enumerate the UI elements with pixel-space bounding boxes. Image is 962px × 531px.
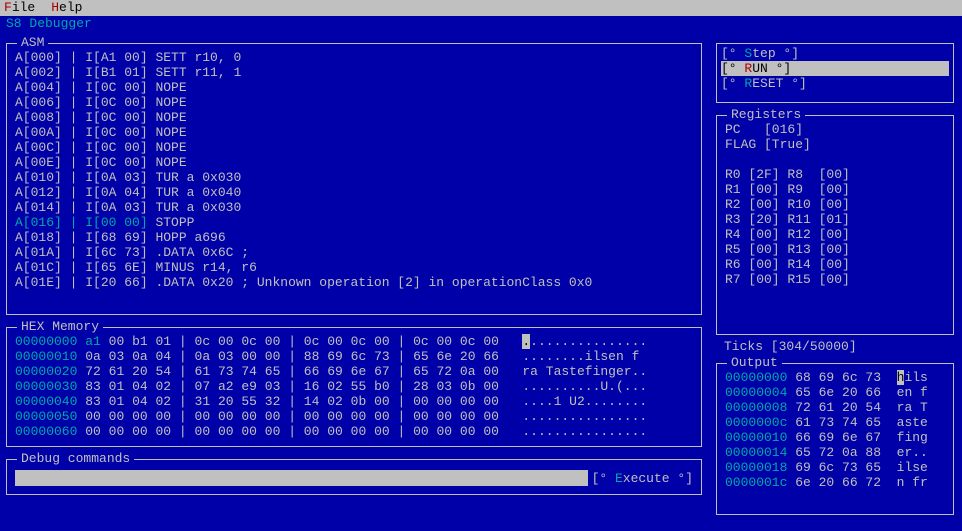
registers-panel: Registers PC [016]FLAG [True] R0 [2F] R8… [716, 115, 954, 335]
asm-line[interactable]: A[010] | I[0A 03] TUR a 0x030 [15, 170, 693, 185]
registers-legend: Registers [727, 107, 805, 122]
controls-panel: [° Step °] [° RUN °] [° RESET °] [716, 43, 954, 103]
output-row: 0000000c 61 73 74 65 aste [725, 415, 945, 430]
register-line: R6 [00] R14 [00] [725, 257, 945, 272]
debug-legend: Debug commands [17, 451, 134, 466]
register-line: PC [016] [725, 122, 945, 137]
hex-row[interactable]: 00000020 72 61 20 54 | 61 73 74 65 | 66 … [15, 364, 693, 379]
output-row: 00000000 68 69 6c 73 hils [725, 370, 945, 385]
menu-help[interactable]: Help [51, 0, 82, 16]
register-line: R5 [00] R13 [00] [725, 242, 945, 257]
asm-line[interactable]: A[006] | I[0C 00] NOPE [15, 95, 693, 110]
hex-legend: HEX Memory [17, 319, 103, 334]
asm-line[interactable]: A[01A] | I[6C 73] .DATA 0x6C ; [15, 245, 693, 260]
execute-button[interactable]: [° Execute °] [592, 471, 693, 486]
asm-line[interactable]: A[016] | I[00 00] STOPP [15, 215, 693, 230]
register-line: R4 [00] R12 [00] [725, 227, 945, 242]
output-row: 00000008 72 61 20 54 ra T [725, 400, 945, 415]
asm-line[interactable]: A[01C] | I[65 6E] MINUS r14, r6 [15, 260, 693, 275]
output-row: 0000001c 6e 20 66 72 n fr [725, 475, 945, 490]
asm-line[interactable]: A[018] | I[68 69] HOPP a696 [15, 230, 693, 245]
menu-file[interactable]: File [4, 0, 35, 16]
register-line: R7 [00] R15 [00] [725, 272, 945, 287]
output-row: 00000010 66 69 6e 67 fing [725, 430, 945, 445]
asm-line[interactable]: A[002] | I[B1 01] SETT r11, 1 [15, 65, 693, 80]
debug-input[interactable] [15, 470, 588, 486]
ticks-label: Ticks [304/50000] [724, 339, 857, 354]
asm-line[interactable]: A[012] | I[0A 04] TUR a 0x040 [15, 185, 693, 200]
asm-line[interactable]: A[008] | I[0C 00] NOPE [15, 110, 693, 125]
app-title: S8 Debugger [0, 16, 962, 31]
register-line: R2 [00] R10 [00] [725, 197, 945, 212]
asm-line[interactable]: A[00C] | I[0C 00] NOPE [15, 140, 693, 155]
hex-row[interactable]: 00000050 00 00 00 00 | 00 00 00 00 | 00 … [15, 409, 693, 424]
step-button[interactable]: [° Step °] [721, 46, 949, 61]
register-line: FLAG [True] [725, 137, 945, 152]
register-line: R3 [20] R11 [01] [725, 212, 945, 227]
asm-line[interactable]: A[00E] | I[0C 00] NOPE [15, 155, 693, 170]
asm-line[interactable]: A[000] | I[A1 00] SETT r10, 0 [15, 50, 693, 65]
hex-row[interactable]: 00000040 83 01 04 02 | 31 20 55 32 | 14 … [15, 394, 693, 409]
output-panel: Output 00000000 68 69 6c 73 hils00000004… [716, 363, 954, 515]
hex-row[interactable]: 00000030 83 01 04 02 | 07 a2 e9 03 | 16 … [15, 379, 693, 394]
register-line: R0 [2F] R8 [00] [725, 167, 945, 182]
asm-panel: ASM A[000] | I[A1 00] SETT r10, 0A[002] … [6, 43, 702, 315]
register-line: R1 [00] R9 [00] [725, 182, 945, 197]
asm-legend: ASM [17, 35, 48, 50]
hex-row[interactable]: 00000060 00 00 00 00 | 00 00 00 00 | 00 … [15, 424, 693, 439]
output-legend: Output [727, 355, 782, 370]
hex-row[interactable]: 00000000 a1 00 b1 01 | 0c 00 0c 00 | 0c … [15, 334, 693, 349]
output-row: 00000014 65 72 0a 88 er.. [725, 445, 945, 460]
menubar: File Help [0, 0, 962, 16]
asm-line[interactable]: A[00A] | I[0C 00] NOPE [15, 125, 693, 140]
asm-line[interactable]: A[014] | I[0A 03] TUR a 0x030 [15, 200, 693, 215]
output-row: 00000018 69 6c 73 65 ilse [725, 460, 945, 475]
output-row: 00000004 65 6e 20 66 en f [725, 385, 945, 400]
asm-line[interactable]: A[01E] | I[20 66] .DATA 0x20 ; Unknown o… [15, 275, 693, 290]
reset-button[interactable]: [° RESET °] [721, 76, 949, 91]
asm-line[interactable]: A[004] | I[0C 00] NOPE [15, 80, 693, 95]
register-line [725, 152, 945, 167]
debug-panel: Debug commands [° Execute °] [6, 459, 702, 495]
hex-panel: HEX Memory 00000000 a1 00 b1 01 | 0c 00 … [6, 327, 702, 447]
run-button[interactable]: [° RUN °] [721, 61, 949, 76]
hex-row[interactable]: 00000010 0a 03 0a 04 | 0a 03 00 00 | 88 … [15, 349, 693, 364]
